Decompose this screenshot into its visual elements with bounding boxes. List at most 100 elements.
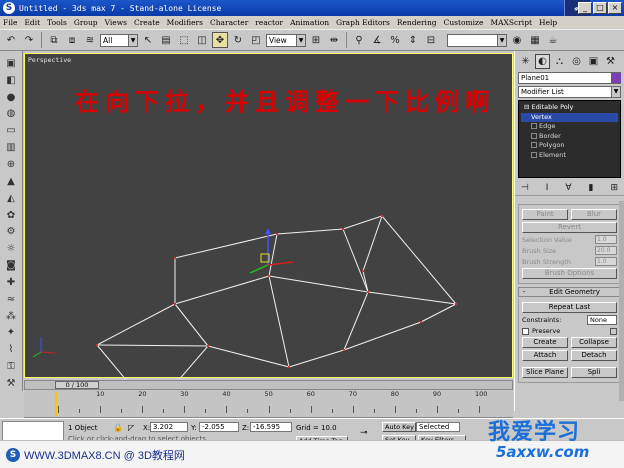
mesh-vertex[interactable] (367, 291, 369, 293)
menu-animation[interactable]: Animation (290, 18, 329, 27)
perspective-viewport[interactable]: Perspective 在向下拉，并且调整一下比例啊 (24, 53, 513, 379)
track-bar[interactable]: 10 20 30 40 50 60 70 80 90 100 (24, 390, 513, 418)
mesh-edge[interactable] (268, 275, 290, 368)
repeat-last-button[interactable]: Repeat Last (522, 302, 617, 313)
mesh-vertex[interactable] (288, 366, 290, 368)
mesh-vertex[interactable] (96, 344, 98, 346)
cylinder-icon[interactable]: ◧ (3, 73, 19, 88)
mesh-edge[interactable] (174, 275, 270, 305)
mesh-edge[interactable] (96, 344, 209, 347)
command-panel-scrollbar[interactable] (619, 201, 624, 401)
key-mode-dropdown[interactable]: Selected (416, 422, 460, 432)
brush-options-button[interactable]: Brush Options (522, 268, 617, 279)
select-icon[interactable]: ↖ (140, 32, 156, 48)
slice-plane-button[interactable]: Slice Plane (522, 367, 568, 378)
mesh-vertex[interactable] (455, 303, 457, 305)
shape-icon[interactable]: ⌇ (3, 342, 19, 357)
modifier-list-dropdown[interactable]: Modifier List ▼ (518, 86, 621, 98)
menu-tools[interactable]: Tools (47, 18, 67, 27)
mesh-vertex[interactable] (342, 228, 344, 230)
space-warp-icon[interactable]: ≈ (3, 292, 19, 307)
menu-file[interactable]: File (3, 18, 17, 27)
key-icon[interactable]: ⊸ (360, 428, 368, 438)
system-icon[interactable]: ⚿ (3, 359, 19, 374)
sphere-icon[interactable]: ● (3, 90, 19, 105)
mesh-edge[interactable] (207, 345, 290, 368)
mesh-vertex[interactable] (343, 349, 345, 351)
plane-icon[interactable]: ▭ (3, 123, 19, 138)
helper-icon[interactable]: ✚ (3, 275, 19, 290)
mesh-edge[interactable] (174, 303, 209, 347)
expand-icon[interactable]: ⊟ (524, 103, 532, 111)
torus-icon[interactable]: ◍ (3, 107, 19, 122)
auto-key-button[interactable]: Auto Key (382, 422, 416, 432)
mesh-vertex[interactable] (276, 233, 278, 235)
time-slider[interactable]: 0 / 100 (24, 380, 513, 390)
maximize-button[interactable]: □ (593, 2, 607, 14)
maxscript-listener[interactable] (2, 421, 64, 441)
lock-icon[interactable]: 🔒 (113, 423, 123, 432)
selection-value-spinner[interactable]: 1.0 (595, 235, 617, 244)
particle-icon[interactable]: ⁂ (3, 309, 19, 324)
y-coordinate-field[interactable]: -2.055 (199, 422, 239, 432)
camera-icon[interactable]: ◙ (3, 258, 19, 273)
quick-render-icon[interactable]: ☕ (545, 32, 561, 48)
split-button[interactable]: Spli (571, 367, 617, 378)
object-name-field[interactable]: Plane01 (518, 72, 621, 84)
mirror-icon[interactable]: ⇹ (326, 32, 342, 48)
close-button[interactable]: × (608, 2, 622, 14)
menu-rendering[interactable]: Rendering (397, 18, 437, 27)
collapse-button[interactable]: Collapse (571, 337, 617, 348)
mesh-edge[interactable] (342, 215, 383, 230)
mesh-edge[interactable] (96, 344, 152, 379)
align-icon[interactable]: ⊟ (423, 32, 439, 48)
menu-customize[interactable]: Customize (444, 18, 484, 27)
mesh-edge[interactable] (96, 303, 176, 346)
mesh-edge[interactable] (268, 275, 369, 293)
light-icon[interactable]: ☼ (3, 241, 19, 256)
make-unique-icon[interactable]: ∀ (565, 183, 571, 193)
stack-item-edge[interactable]: Edge (521, 122, 618, 132)
stack-item-editable-poly[interactable]: ⊟ Editable Poly (521, 103, 618, 113)
x-coordinate-field[interactable]: 3.202 (150, 422, 188, 432)
stack-item-element[interactable]: Element (521, 151, 618, 161)
material-editor-icon[interactable]: ◉ (509, 32, 525, 48)
tube-icon[interactable]: ▥ (3, 140, 19, 155)
motion-tab-icon[interactable]: ◎ (569, 54, 584, 69)
mesh-vertex[interactable] (174, 303, 176, 305)
window-crossing-icon[interactable]: ◫ (194, 32, 210, 48)
mesh-vertex[interactable] (381, 215, 383, 217)
menu-character[interactable]: Character (210, 18, 248, 27)
menu-maxscript[interactable]: MAXScript (490, 18, 532, 27)
create-button[interactable]: Create (522, 337, 568, 348)
mesh-edge[interactable] (276, 228, 344, 235)
geosphere-icon[interactable]: ✿ (3, 208, 19, 223)
menu-group[interactable]: Group (74, 18, 98, 27)
stack-item-border[interactable]: Border (521, 132, 618, 142)
snap-icon[interactable]: ⚲ (351, 32, 367, 48)
undo-icon[interactable]: ↶ (3, 32, 19, 48)
mesh-edge[interactable] (342, 228, 369, 293)
preserve-checkbox[interactable] (522, 327, 529, 335)
time-slider-thumb[interactable]: 0 / 100 (55, 381, 99, 389)
spinner-snap-icon[interactable]: ⇕ (405, 32, 421, 48)
angle-snap-icon[interactable]: ∡ (369, 32, 385, 48)
pyramid-icon[interactable]: ◭ (3, 191, 19, 206)
mesh-edge[interactable] (362, 215, 383, 272)
menu-create[interactable]: Create (134, 18, 160, 27)
mesh-vertex[interactable] (174, 257, 176, 259)
pin-stack-icon[interactable]: ⊣ (521, 183, 529, 193)
bind-space-warp-icon[interactable]: ≋ (82, 32, 98, 48)
paint-button[interactable]: Paint (522, 209, 568, 220)
move-icon[interactable]: ✥ (212, 32, 228, 48)
mesh-edge[interactable] (381, 215, 457, 305)
mesh-vertex[interactable] (420, 321, 422, 323)
attach-button[interactable]: Attach (522, 350, 568, 361)
object-color-swatch[interactable] (611, 73, 621, 83)
mesh-edge[interactable] (288, 349, 345, 368)
cone-icon[interactable]: ▲ (3, 174, 19, 189)
menu-help[interactable]: Help (539, 18, 557, 27)
mesh-edge[interactable] (343, 291, 369, 351)
selection-filter-dropdown[interactable]: All ▼ (100, 33, 138, 47)
remove-modifier-icon[interactable]: ▮ (589, 183, 594, 193)
